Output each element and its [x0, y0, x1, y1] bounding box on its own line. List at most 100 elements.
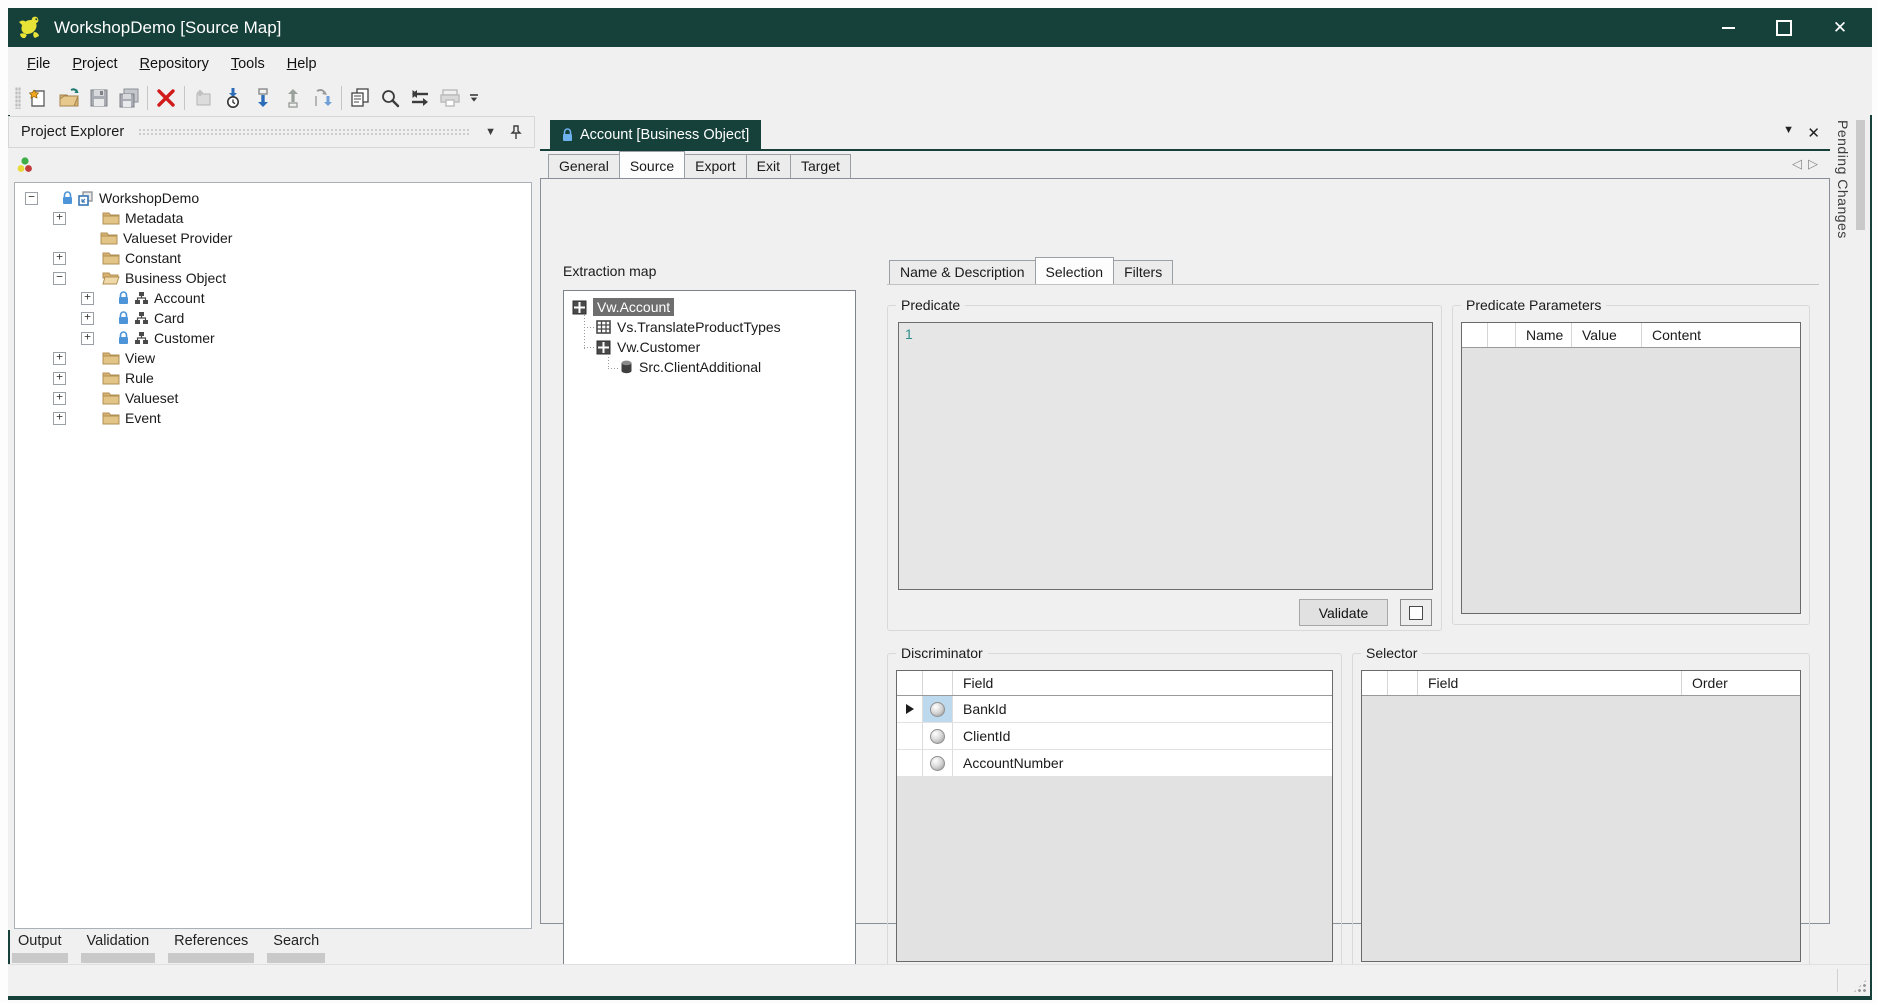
project-explorer-header[interactable]: Project Explorer ▼ [8, 116, 535, 148]
tree-item-valueset[interactable]: Valueset [15, 388, 531, 408]
document-close-button[interactable]: ✕ [1807, 124, 1820, 142]
tab-source[interactable]: Source [619, 151, 685, 178]
search-button[interactable] [375, 85, 405, 111]
column-field[interactable]: Field [1418, 671, 1682, 695]
tree-item-valueset-provider[interactable]: Valueset Provider [15, 228, 531, 248]
map-node-vw-customer[interactable]: Vw.Customer [564, 337, 855, 357]
predicate-option-button[interactable] [1400, 599, 1432, 626]
expand-icon[interactable] [53, 252, 66, 265]
tab-scroll-left-icon[interactable]: ◁ [1792, 156, 1802, 172]
document-list-dropdown[interactable]: ▼ [1783, 124, 1794, 136]
expand-icon[interactable] [53, 372, 66, 385]
open-button[interactable] [54, 85, 84, 111]
pending-changes-bar [1856, 120, 1865, 230]
pin-icon[interactable] [510, 125, 522, 140]
tab-exit[interactable]: Exit [746, 154, 791, 178]
maximize-button[interactable] [1756, 8, 1812, 47]
tree-item-metadata[interactable]: Metadata [15, 208, 531, 228]
map-node-vw-account[interactable]: Vw.Account [564, 297, 855, 317]
document-tab[interactable]: Account [Business Object] [550, 120, 761, 149]
radio-button[interactable] [930, 729, 945, 744]
tree-item-card[interactable]: Card [15, 308, 531, 328]
row-header-cell[interactable] [897, 696, 923, 722]
predicate-editor[interactable]: 1 [898, 322, 1433, 590]
radio-cell[interactable] [923, 696, 953, 722]
menu-project[interactable]: Project [61, 56, 128, 72]
tree-item-constant[interactable]: Constant [15, 248, 531, 268]
menu-help[interactable]: Help [276, 56, 328, 72]
pending-changes-tab[interactable]: Pending Changes [1835, 120, 1865, 239]
predicate-parameters-grid[interactable]: Name Value Content [1461, 322, 1801, 614]
map-node-src-clientadditional[interactable]: Src.ClientAdditional [564, 357, 855, 377]
compare-button[interactable] [405, 85, 435, 111]
save-all-button[interactable] [114, 85, 144, 111]
expand-icon[interactable] [53, 352, 66, 365]
validate-button[interactable]: Validate [1299, 599, 1388, 626]
tab-scroll-right-icon[interactable]: ▷ [1808, 156, 1818, 172]
new-button[interactable] [24, 85, 54, 111]
menu-tools[interactable]: Tools [220, 56, 276, 72]
expand-icon[interactable] [53, 212, 66, 225]
tab-selection[interactable]: Selection [1035, 257, 1115, 284]
schedule-button[interactable] [218, 85, 248, 111]
tree-item-rule[interactable]: Rule [15, 368, 531, 388]
radio-button[interactable] [930, 702, 945, 717]
save-button[interactable] [84, 85, 114, 111]
tree-item-customer[interactable]: Customer [15, 328, 531, 348]
map-node-vs-translateproducttypes[interactable]: Vs.TranslateProductTypes [564, 317, 855, 337]
row-header-cell[interactable] [897, 750, 923, 776]
tab-name-description[interactable]: Name & Description [889, 260, 1036, 284]
tree-item-event[interactable]: Event [15, 408, 531, 428]
tree-item-business-object[interactable]: Business Object [15, 268, 531, 288]
add-button[interactable] [188, 85, 218, 111]
expand-icon[interactable] [81, 332, 94, 345]
undo-checkout-button[interactable] [308, 85, 338, 111]
tree-item-account[interactable]: Account [15, 288, 531, 308]
close-button[interactable]: ✕ [1812, 8, 1868, 47]
tab-export[interactable]: Export [684, 154, 746, 178]
row-header-cell[interactable] [897, 723, 923, 749]
discriminator-row-accountnumber[interactable]: AccountNumber [897, 750, 1332, 777]
resize-grip[interactable] [1853, 979, 1867, 993]
minimize-button[interactable] [1700, 8, 1756, 47]
discriminator-row-clientid[interactable]: ClientId [897, 723, 1332, 750]
menu-repository[interactable]: Repository [129, 56, 220, 72]
grip-handle[interactable] [15, 87, 21, 109]
expand-icon[interactable] [81, 312, 94, 325]
get-latest-button[interactable] [248, 85, 278, 111]
traffic-light-icon[interactable] [16, 156, 34, 174]
bottom-tab-output[interactable]: Output [12, 930, 68, 963]
column-name[interactable]: Name [1516, 323, 1572, 347]
selector-grid[interactable]: Field Order [1361, 670, 1801, 962]
properties-button[interactable] [345, 85, 375, 111]
collapse-icon[interactable] [25, 192, 38, 205]
tab-target[interactable]: Target [790, 154, 851, 178]
check-in-button[interactable] [278, 85, 308, 111]
column-content[interactable]: Content [1642, 323, 1800, 347]
expand-icon[interactable] [53, 392, 66, 405]
tab-filters[interactable]: Filters [1113, 260, 1173, 284]
radio-button[interactable] [930, 756, 945, 771]
expand-icon[interactable] [81, 292, 94, 305]
collapse-icon[interactable] [53, 272, 66, 285]
tree-item-view[interactable]: View [15, 348, 531, 368]
tab-general[interactable]: General [548, 154, 620, 178]
bottom-tab-search[interactable]: Search [267, 930, 325, 963]
delete-button[interactable] [151, 85, 181, 111]
discriminator-row-bankid[interactable]: BankId [897, 696, 1332, 723]
menu-file[interactable]: File [16, 56, 61, 72]
discriminator-grid[interactable]: Field BankId ClientId [896, 670, 1333, 962]
bottom-tab-references[interactable]: References [168, 930, 254, 963]
print-button[interactable] [435, 85, 465, 111]
column-field[interactable]: Field [953, 671, 1332, 695]
column-order[interactable]: Order [1682, 671, 1800, 695]
expand-icon[interactable] [53, 412, 66, 425]
bottom-tab-validation[interactable]: Validation [81, 930, 156, 963]
panel-dropdown-icon[interactable]: ▼ [485, 126, 496, 138]
titlebar[interactable]: WorkshopDemo [Source Map] ✕ [8, 8, 1872, 47]
radio-cell[interactable] [923, 723, 953, 749]
radio-cell[interactable] [923, 750, 953, 776]
column-value[interactable]: Value [1572, 323, 1642, 347]
tree-item-workshopdemo[interactable]: WorkshopDemo [15, 188, 531, 208]
toolbar-overflow-button[interactable] [465, 85, 483, 111]
